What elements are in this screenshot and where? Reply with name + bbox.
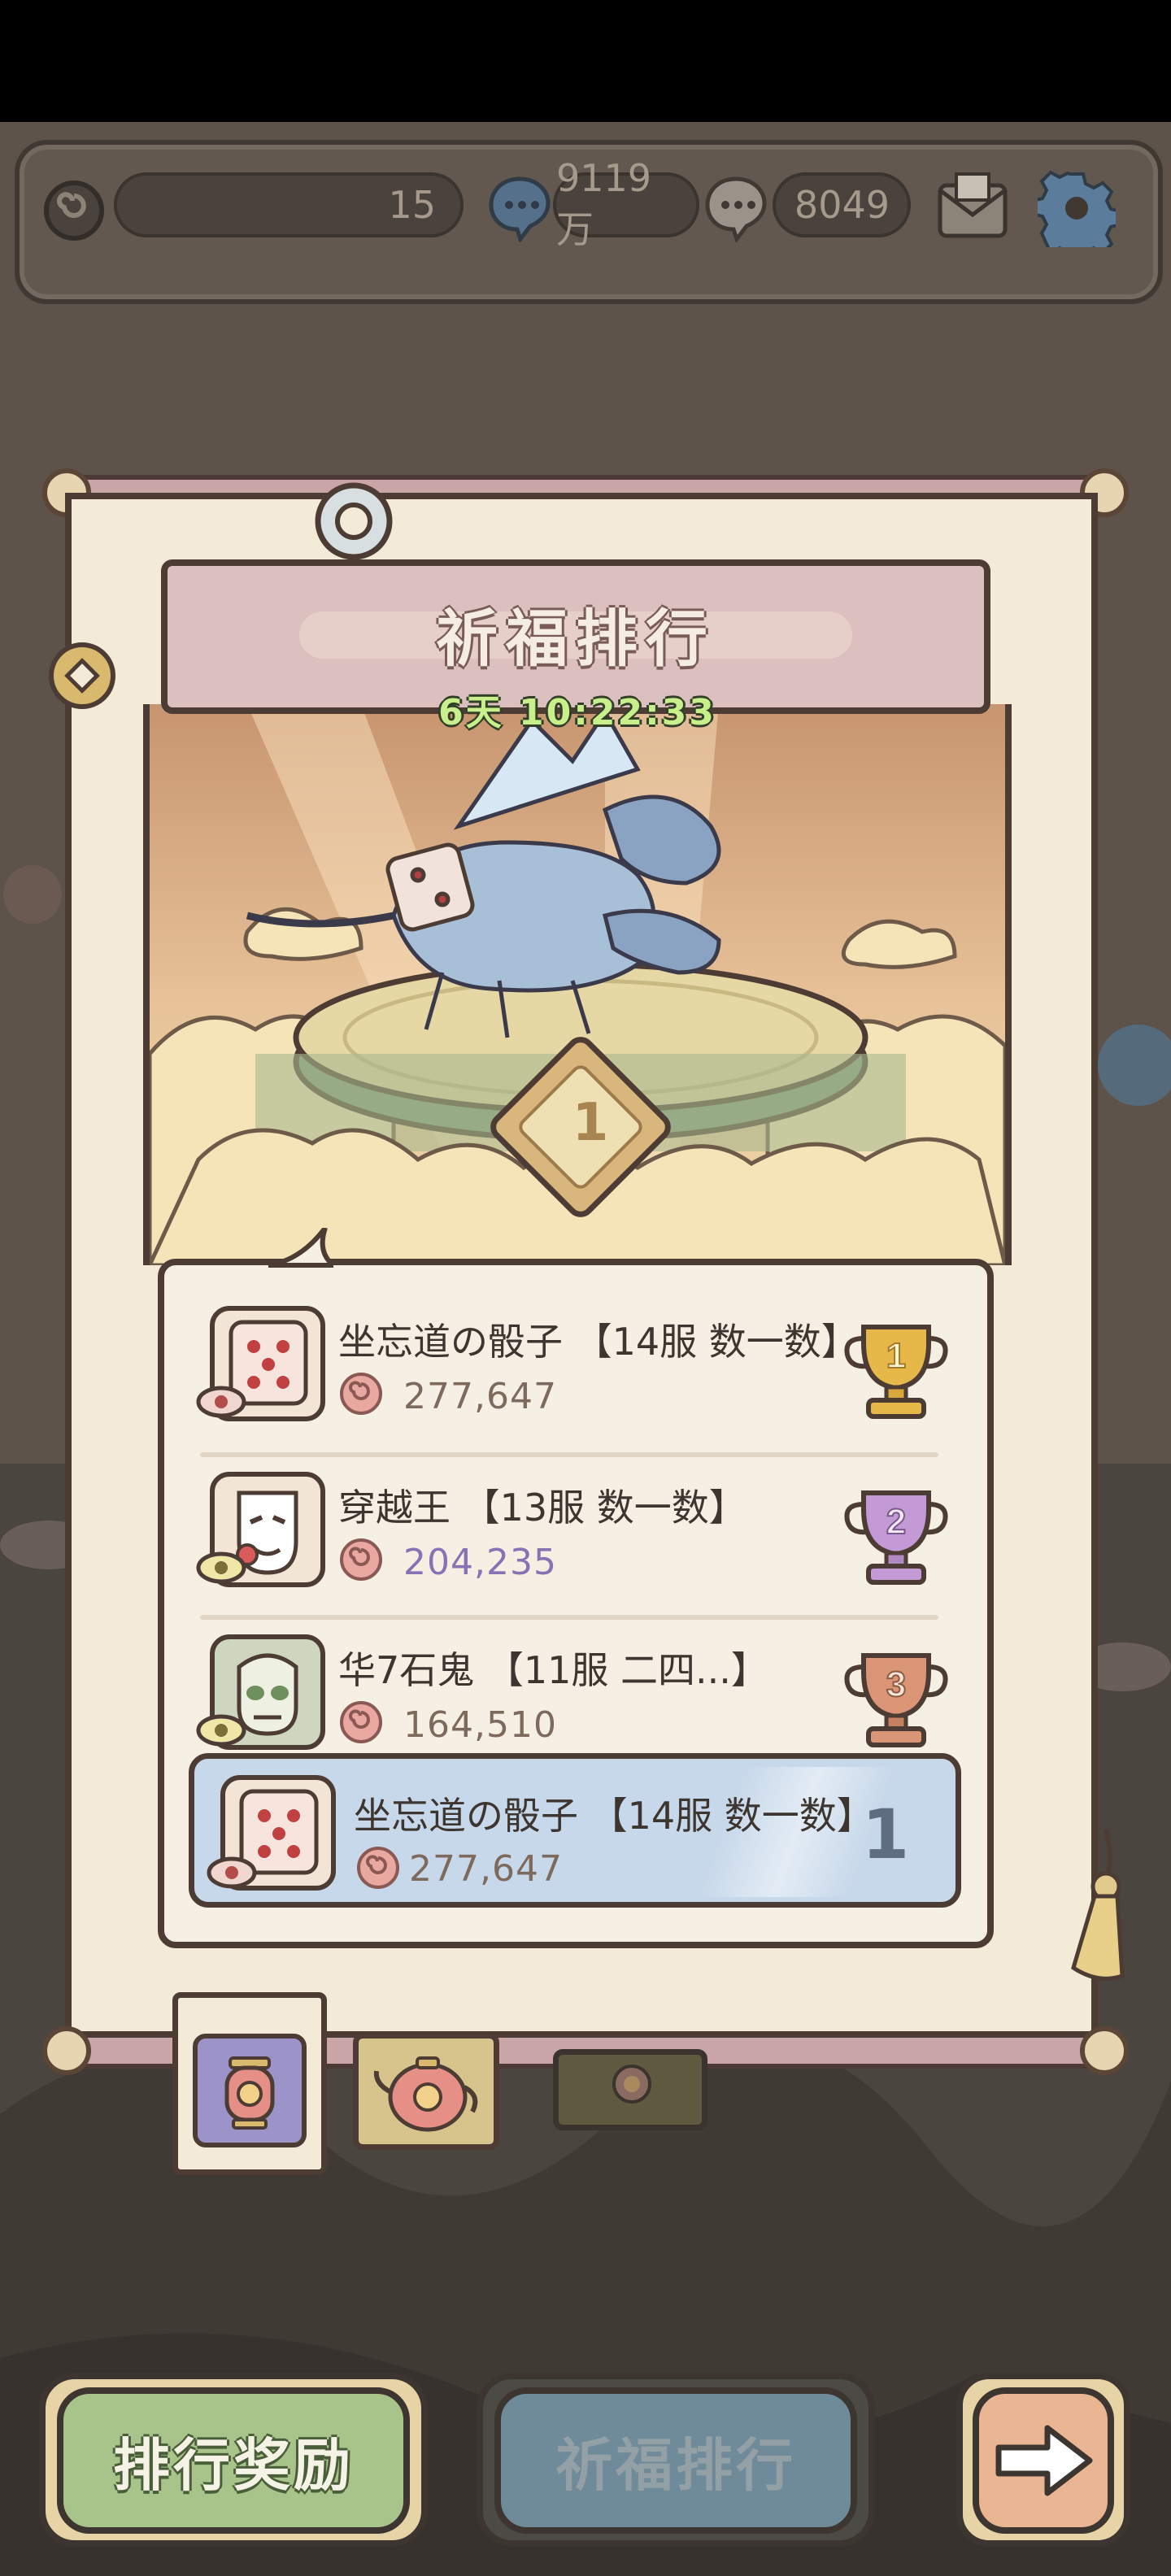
swirl-icon [338, 1699, 384, 1745]
page-title: 祈福排行 [436, 603, 716, 675]
rod-knob-left [42, 2026, 91, 2075]
svg-text:3: 3 [886, 1664, 906, 1704]
chat-bubble-white-icon[interactable] [699, 172, 773, 242]
row-divider [200, 1452, 938, 1457]
podium-rank-badge: 1 [572, 1093, 609, 1153]
self-row-score: 277,647 [409, 1848, 563, 1890]
level-counter: 15 [114, 172, 464, 237]
eye-badge-icon [206, 1855, 258, 1891]
swirl-icon[interactable] [39, 176, 109, 246]
gear-icon[interactable] [1036, 168, 1117, 249]
row-1-name: 坐忘道の骰子 【14服 数一数】 [338, 1320, 859, 1364]
tab-flower[interactable] [553, 2049, 707, 2130]
bronze-trophy-icon: 3 [839, 1631, 953, 1753]
jade-ring-ornament [309, 476, 398, 566]
self-row-name: 坐忘道の骰子 【14服 数一数】 [354, 1794, 874, 1838]
svg-text:1: 1 [886, 1336, 906, 1376]
lantern-icon [193, 2034, 307, 2147]
swirl-icon [355, 1845, 401, 1891]
row-3-score: 164,510 [403, 1704, 557, 1746]
rod-knob-right [1080, 2026, 1129, 2075]
currency-2-counter: 8049 [773, 172, 911, 237]
silver-trophy-icon: 2 [839, 1469, 953, 1590]
tab-teapot[interactable] [353, 2033, 499, 2150]
teapot-icon [367, 2039, 489, 2144]
row-3-name: 华7石鬼 【11服 二四...】 [338, 1648, 768, 1692]
gold-trophy-icon: 1 [839, 1303, 953, 1425]
ranking-row-3[interactable]: 华7石鬼 【11服 二四...】 164,510 3 [195, 1631, 960, 1753]
row-2-score: 204,235 [403, 1542, 557, 1583]
level-value: 15 [388, 183, 436, 227]
rank-rewards-label: 排行奖励 [113, 2431, 354, 2499]
row-2-name: 穿越王 【13服 数一数】 [338, 1486, 747, 1530]
currency-2-value: 8049 [794, 183, 890, 227]
event-countdown: 6天 10:22:33 [438, 692, 716, 733]
self-rank-number: 1 [861, 1795, 910, 1874]
speech-tail [268, 1226, 341, 1268]
tab-lantern[interactable] [172, 1992, 327, 2175]
svg-text:2: 2 [886, 1502, 906, 1542]
ranking-row-1[interactable]: 坐忘道の骰子 【14服 数一数】 277,647 1 [195, 1303, 960, 1425]
coin-charm-icon [46, 639, 119, 712]
eye-badge-icon [195, 1550, 247, 1586]
mail-icon[interactable] [932, 168, 1013, 246]
blessing-ranking-button[interactable]: 祈福排行 [494, 2387, 857, 2534]
swirl-icon [338, 1537, 384, 1582]
ranking-row-2[interactable]: 穿越王 【13服 数一数】 204,235 2 [195, 1469, 960, 1590]
row-divider [200, 1615, 938, 1620]
blessing-ranking-label: 祈福排行 [555, 2431, 796, 2499]
currency-1-value: 9119万 [556, 156, 652, 251]
eye-badge-icon [195, 1712, 247, 1748]
arrow-right-icon [995, 2425, 1093, 2496]
podium-scene [143, 704, 1012, 1265]
row-1-score: 277,647 [403, 1376, 557, 1417]
flower-icon [599, 2058, 664, 2115]
self-ranking-row[interactable]: 坐忘道の骰子 【14服 数一数】 277,647 1 [189, 1753, 961, 1908]
tassel-ornament [1057, 1829, 1138, 1992]
chat-bubble-blue-icon[interactable] [483, 172, 556, 242]
swirl-icon [338, 1371, 384, 1416]
status-bar [0, 0, 1171, 122]
rank-rewards-button[interactable]: 排行奖励 [57, 2387, 410, 2534]
eye-badge-icon [195, 1384, 247, 1420]
currency-1-counter: 9119万 [553, 156, 699, 251]
next-button[interactable] [973, 2387, 1114, 2534]
